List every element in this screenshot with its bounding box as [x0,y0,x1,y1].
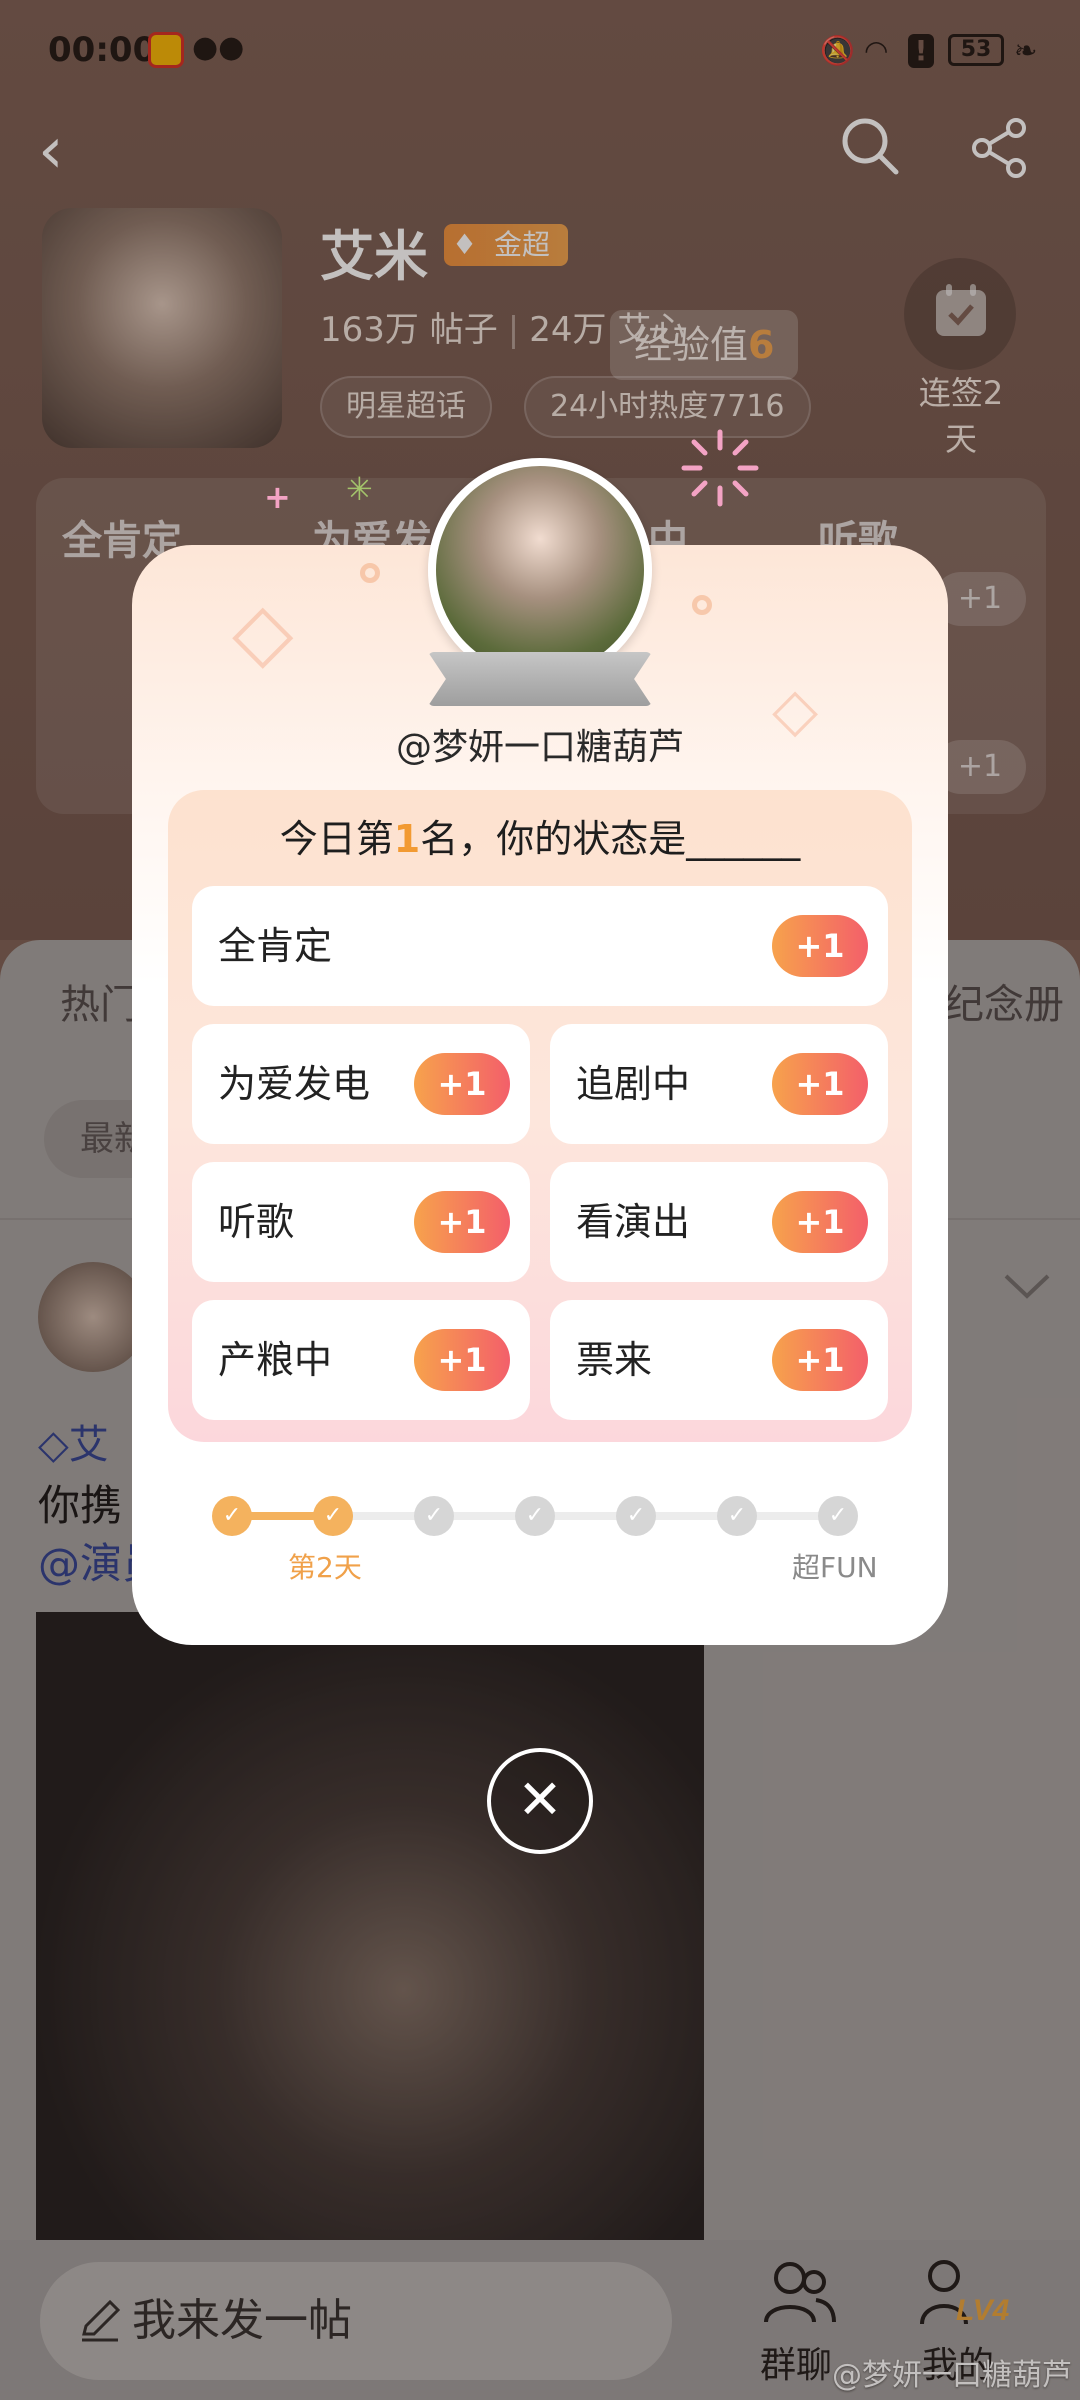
status-option-tingge[interactable]: 听歌 +1 [192,1162,530,1282]
status-option-piaolai[interactable]: 票来 +1 [550,1300,888,1420]
star-decoration: ✳ [346,470,373,508]
current-day-label: 第2天 [288,1551,362,1584]
status-option-weiaifadian[interactable]: 为爱发电 +1 [192,1024,530,1144]
username: @梦妍一口糖葫芦 [395,727,684,768]
option-label: 产粮中 [218,1338,333,1382]
status-option-quankending[interactable]: 全肯定 +1 [192,886,888,1006]
close-button[interactable]: ✕ [487,1748,593,1854]
progress-step-4: ✓ [515,1496,555,1536]
option-label: 看演出 [576,1200,691,1244]
dot-decoration [360,563,380,583]
rank-number: 1 [393,817,421,861]
option-label: 票来 [576,1338,653,1382]
plus-one-button[interactable]: +1 [414,1053,510,1115]
diamond-decoration: ◇ [232,585,294,678]
progress-step-3: ✓ [414,1496,454,1536]
option-label: 追剧中 [576,1062,691,1106]
rank-ribbon [428,652,652,706]
option-label: 全肯定 [218,924,333,968]
close-icon: ✕ [517,1768,563,1831]
progress-step-5: ✓ [616,1496,656,1536]
final-reward-label: 超FUN [792,1551,878,1584]
plus-one-button[interactable]: +1 [414,1191,510,1253]
status-option-chanliangzhong[interactable]: 产粮中 +1 [192,1300,530,1420]
plus-one-button[interactable]: +1 [772,915,868,977]
sparkle-decoration [681,429,759,507]
plus-one-button[interactable]: +1 [772,1053,868,1115]
plus-one-button[interactable]: +1 [414,1329,510,1391]
progress-step-1: ✓ [212,1496,252,1536]
plus-one-button[interactable]: +1 [772,1191,868,1253]
progress-step-6: ✓ [717,1496,757,1536]
status-option-kanyanchu[interactable]: 看演出 +1 [550,1162,888,1282]
plus-decoration: + [264,478,291,516]
status-question: 今日第1名，你的状态是______ [279,817,801,861]
option-label: 听歌 [218,1200,295,1244]
plus-one-button[interactable]: +1 [772,1329,868,1391]
status-option-zhuijuzhong[interactable]: 追剧中 +1 [550,1024,888,1144]
option-label: 为爱发电 [218,1062,371,1106]
dot-decoration [692,595,712,615]
user-avatar [428,458,652,682]
progress-step-2: ✓ [313,1496,353,1536]
progress-step-7: ✓ [818,1496,858,1536]
